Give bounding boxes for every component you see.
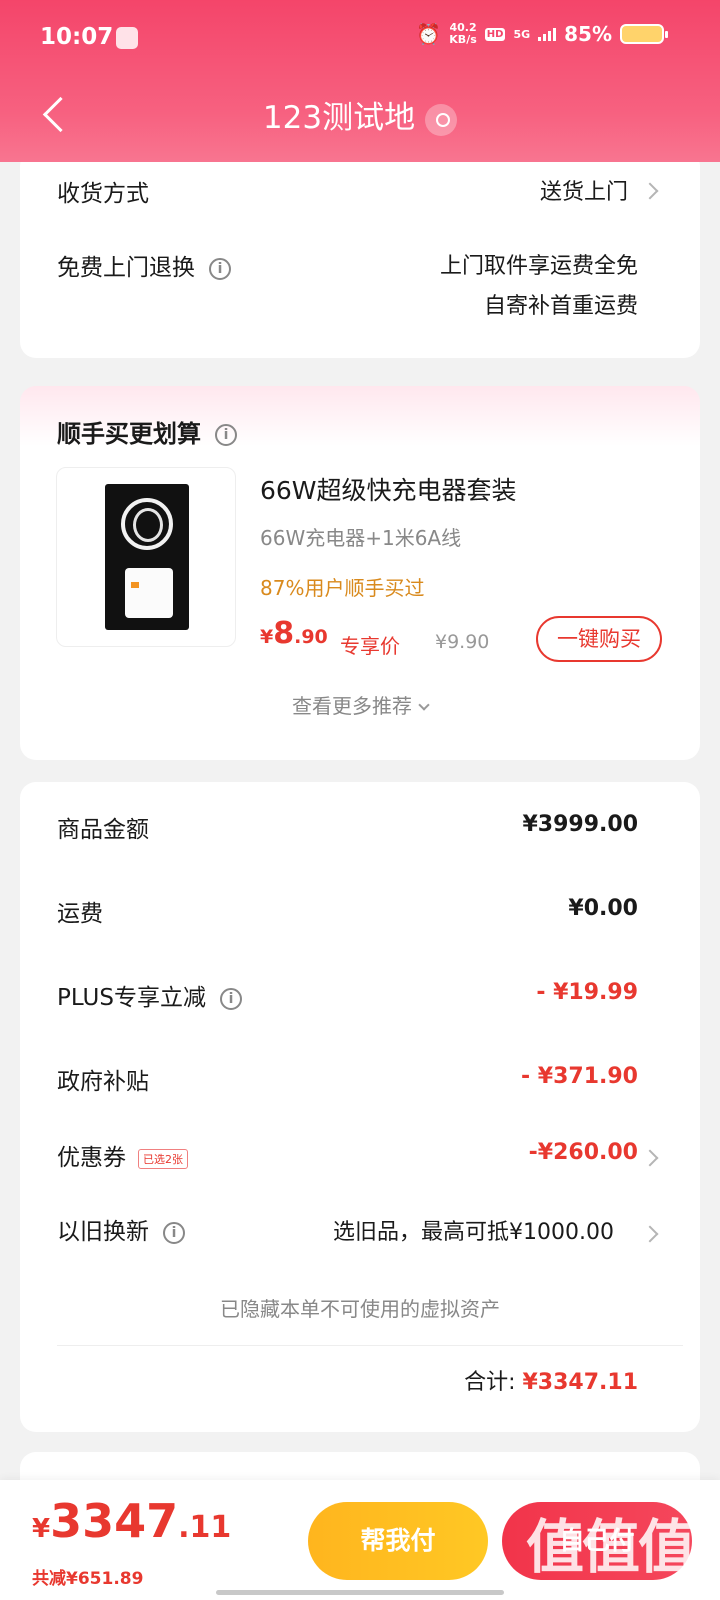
help-me-pay-button[interactable]: 帮我付 — [308, 1502, 488, 1580]
coupon-selected-badge: 已选2张 — [138, 1148, 188, 1169]
location-pin-icon — [425, 103, 458, 136]
chevron-right-icon[interactable] — [641, 1225, 659, 1243]
row-value: ¥3999.00 — [522, 812, 638, 837]
more-recommendations[interactable]: 查看更多推荐 — [20, 690, 700, 719]
social-proof: 87%用户顺手买过 — [260, 576, 425, 600]
watermark-logo: 值值值 zhizhizhi.com — [525, 1500, 696, 1596]
address-title[interactable]: 123测试地 — [0, 92, 720, 137]
row-gov-subsidy: 政府补贴 - ¥371.90 — [20, 1062, 700, 1102]
row-label-text: 优惠券 — [57, 1145, 126, 1171]
row-label-text: PLUS专享立减 — [57, 985, 206, 1011]
total-label: 合计: — [464, 1370, 516, 1395]
row-goods-amount: 商品金额 ¥3999.00 — [20, 810, 700, 850]
row-trade-in[interactable]: 以旧换新 i 选旧品，最高可抵¥1000.00 — [20, 1212, 700, 1252]
battery-icon — [620, 24, 668, 44]
row-value: ¥0.00 — [568, 896, 638, 921]
chevron-down-icon — [418, 699, 430, 711]
status-time: 10:07 — [40, 24, 114, 50]
status-icons: ⏰ 40.2 KB/s HD 5G 85% — [416, 22, 668, 46]
product-price: ¥8.90 — [260, 616, 328, 651]
pay-currency: ¥ — [32, 1514, 51, 1544]
pay-decimal: .11 — [178, 1510, 232, 1545]
price-integer: 8 — [273, 616, 295, 651]
header-bar: 10:07 ⏰ 40.2 KB/s HD 5G 85% 123测试地 — [0, 0, 720, 162]
row-value: -¥260.00 — [528, 1140, 638, 1165]
row-label: PLUS专享立减 i — [57, 978, 242, 1012]
alarm-icon: ⏰ — [416, 22, 442, 46]
row-label: 以旧换新 i — [57, 1212, 185, 1246]
pay-integer: 3347 — [50, 1494, 179, 1548]
app-notification-icon — [116, 27, 138, 49]
info-icon[interactable]: i — [209, 257, 231, 280]
one-click-buy-button[interactable]: 一键购买 — [536, 616, 662, 662]
delivery-card: 收货方式 送货上门 免费上门退换 i 上门取件享运费全免 自寄补首重运费 — [20, 150, 700, 358]
watermark-big: 值值值 — [525, 1513, 696, 1581]
row-label: 运费 — [57, 901, 103, 927]
battery-percent: 85% — [564, 22, 612, 46]
row-value: - ¥19.99 — [536, 980, 638, 1005]
row-label: 政府补贴 — [57, 1069, 149, 1095]
info-icon[interactable]: i — [215, 424, 237, 446]
free-return-line2: 自寄补首重运费 — [483, 294, 638, 319]
exclusive-price-tag: 专享价 — [340, 634, 400, 658]
row-value: 选旧品，最高可抵¥1000.00 — [333, 1220, 614, 1245]
home-indicator[interactable] — [216, 1590, 504, 1595]
delivery-method-value[interactable]: 送货上门 — [540, 174, 628, 206]
bundle-title: 顺手买更划算 i — [57, 414, 237, 449]
info-icon[interactable]: i — [163, 1221, 185, 1244]
nav-bar: 123测试地 — [0, 80, 720, 150]
hidden-assets-text: 已隐藏本单不可使用的虚拟资产 — [220, 1297, 500, 1321]
product-spec: 66W充电器+1米6A线 — [260, 526, 462, 550]
product-name[interactable]: 66W超级快充电器套装 — [260, 471, 517, 507]
row-shipping: 运费 ¥0.00 — [20, 894, 700, 934]
row-label: 商品金额 — [57, 817, 149, 843]
product-box — [105, 484, 189, 630]
status-bar: 10:07 ⏰ 40.2 KB/s HD 5G 85% — [0, 0, 720, 76]
order-total: 合计: ¥3347.11 — [464, 1364, 638, 1396]
price-decimal: .90 — [294, 626, 328, 648]
info-icon[interactable]: i — [219, 987, 242, 1010]
free-return-line1: 上门取件享运费全免 — [439, 254, 638, 279]
delivery-method-label: 收货方式 — [57, 181, 149, 207]
price-detail-card: 商品金额 ¥3999.00 运费 ¥0.00 PLUS专享立减 i - ¥19.9… — [20, 782, 700, 1432]
pay-amount: ¥3347.11 — [32, 1494, 231, 1548]
price-currency: ¥ — [260, 626, 274, 648]
row-label: 优惠券 已选2张 — [57, 1138, 188, 1172]
chevron-right-icon[interactable] — [641, 182, 659, 200]
free-return-text: 免费上门退换 — [57, 255, 195, 281]
original-price: ¥9.90 — [435, 631, 490, 653]
net-speed: 40.2 KB/s — [449, 22, 476, 46]
row-coupon[interactable]: 优惠券 已选2张 -¥260.00 — [20, 1138, 700, 1178]
hd-icon: HD — [484, 27, 506, 41]
net-speed-unit: KB/s — [449, 33, 477, 46]
page-title: 123测试地 — [262, 100, 416, 136]
bundle-title-text: 顺手买更划算 — [57, 420, 201, 448]
row-plus-discount: PLUS专享立减 i - ¥19.99 — [20, 978, 700, 1018]
total-saved: 共减¥651.89 — [32, 1569, 144, 1589]
more-recommendations-label: 查看更多推荐 — [292, 694, 412, 718]
row-label-text: 以旧换新 — [57, 1219, 149, 1245]
row-value: - ¥371.90 — [521, 1064, 638, 1089]
bundle-card: 顺手买更划算 i 66W超级快充电器套装 66W充电器+1米6A线 87%用户顺手… — [20, 386, 700, 760]
total-amount: ¥3347.11 — [522, 1370, 638, 1395]
cable-shape-inner — [133, 508, 163, 542]
network-type: 5G — [513, 27, 531, 41]
product-image[interactable] — [56, 467, 236, 647]
divider — [57, 1345, 683, 1346]
hidden-assets-note[interactable]: 已隐藏本单不可使用的虚拟资产 — [20, 1293, 700, 1322]
charger-shape — [125, 568, 173, 618]
free-return-label: 免费上门退换 i — [57, 248, 231, 282]
signal-icon — [538, 27, 557, 41]
chevron-right-icon[interactable] — [641, 1149, 659, 1167]
